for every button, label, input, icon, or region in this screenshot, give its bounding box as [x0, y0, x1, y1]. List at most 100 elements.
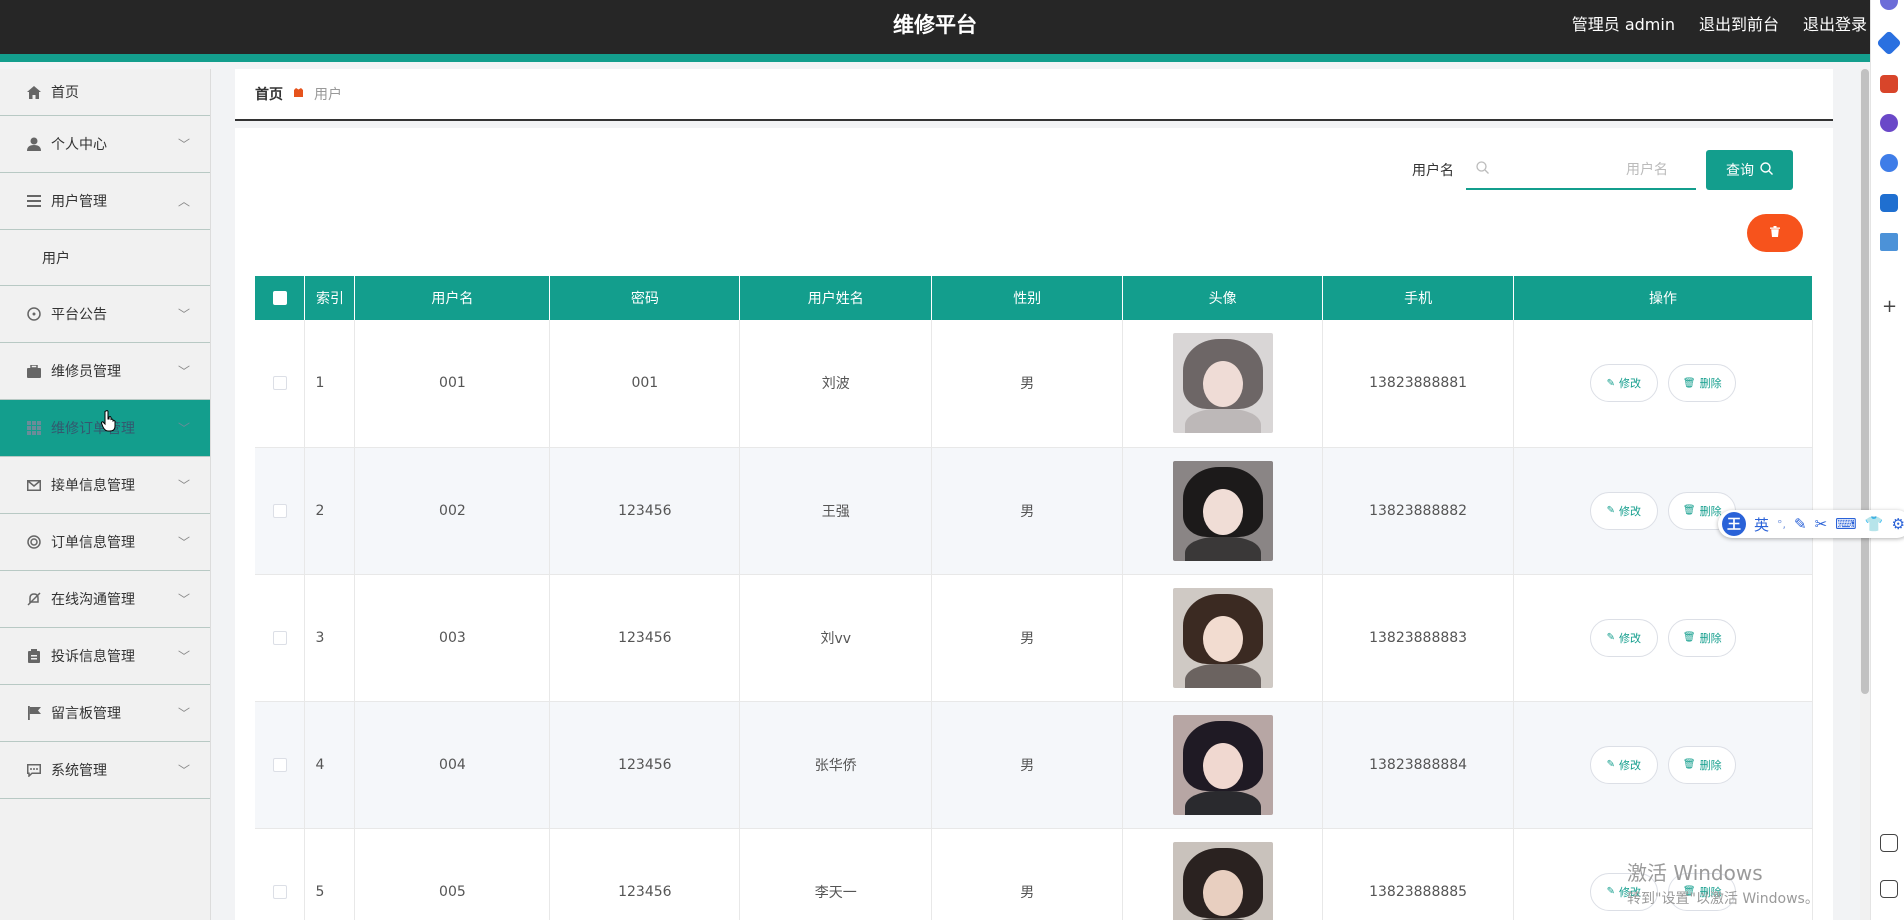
edit-label: 修改: [1618, 377, 1641, 391]
row-select-cell: [255, 320, 306, 448]
cell-phone: 13823888882: [1322, 447, 1515, 575]
shirt-icon[interactable]: 👕: [1865, 515, 1884, 533]
sidebar-item-order-accept-info[interactable]: 接单信息管理 ﹀: [0, 457, 210, 514]
delete-button[interactable]: 🗑 删除: [1668, 364, 1737, 403]
table-row: 5 005 123456 李天一 男 13823888885 ✎ 修改 🗑 删除: [255, 828, 1813, 920]
sidebar-item-personal-center[interactable]: 个人中心 ﹀: [0, 116, 210, 173]
cell-password: 123456: [549, 447, 741, 575]
main-content: 用户名 用户名 查询 索引 用户名 密码 用户姓名 性别 头像 手机 操作 1 …: [235, 128, 1833, 920]
copilot-icon[interactable]: [1880, 154, 1898, 172]
cell-actions: ✎ 修改 🗑 删除: [1513, 320, 1813, 448]
cell-actions: ✎ 修改 🗑 删除: [1513, 701, 1813, 829]
cell-phone: 13823888881: [1322, 320, 1515, 448]
screenshot-icon[interactable]: [1880, 834, 1898, 852]
ime-language-toggle[interactable]: 英: [1754, 514, 1769, 535]
compass-icon: [25, 306, 43, 322]
chevron-down-icon: ﹀: [177, 649, 190, 664]
edit-button[interactable]: ✎ 修改: [1589, 491, 1658, 530]
edit-button[interactable]: ✎ 修改: [1589, 364, 1658, 403]
delete-button[interactable]: 🗑 删除: [1668, 745, 1737, 784]
keyboard-icon[interactable]: ⌨: [1835, 515, 1857, 533]
page-scrollbar-thumb[interactable]: [1861, 69, 1869, 694]
delete-label: 删除: [1699, 377, 1722, 391]
search-icon[interactable]: [1880, 0, 1898, 10]
exit-to-front-link[interactable]: 退出到前台: [1699, 11, 1779, 35]
delete-label: 删除: [1699, 758, 1722, 772]
row-checkbox[interactable]: [272, 630, 287, 645]
cell-avatar: [1122, 828, 1324, 920]
sidebar-item-label: 用户: [42, 250, 70, 267]
flag-icon: [25, 705, 43, 721]
table-row: 2 002 123456 王强 男 13823888882 ✎ 修改 🗑 删除: [255, 447, 1813, 575]
ime-logo[interactable]: 王: [1722, 512, 1746, 536]
sidebar-item-home[interactable]: 首页: [0, 69, 210, 116]
breadcrumb: 首页 用户: [235, 69, 1833, 121]
sidebar-item-order-info[interactable]: 订单信息管理 ﹀: [0, 514, 210, 571]
trash-icon: [1770, 226, 1780, 240]
outlook-icon[interactable]: [1880, 194, 1898, 212]
plus-icon[interactable]: +: [1882, 296, 1897, 317]
briefcase-icon[interactable]: [1880, 75, 1898, 93]
chevron-down-icon: ﹀: [177, 763, 190, 778]
scissors-icon[interactable]: ✂: [1815, 515, 1828, 533]
person-icon[interactable]: [1880, 114, 1898, 132]
select-all-checkbox[interactable]: [272, 291, 287, 305]
cell-actions: ✎ 修改 🗑 删除: [1513, 574, 1813, 702]
sidebar-item-system[interactable]: 系统管理 ﹀: [0, 742, 210, 799]
batch-delete-button[interactable]: [1747, 214, 1803, 252]
row-checkbox[interactable]: [272, 376, 287, 391]
cell-name: 刘vv: [739, 574, 933, 702]
avatar: [1172, 333, 1273, 434]
sidebar-item-label: 用户管理: [51, 194, 107, 210]
sidebar-item-label: 接单信息管理: [51, 478, 135, 494]
sidebar-item-complaints[interactable]: 投诉信息管理 ﹀: [0, 628, 210, 685]
edit-button[interactable]: ✎ 修改: [1589, 618, 1658, 657]
sidebar-item-label: 投诉信息管理: [51, 649, 135, 665]
users-table: 索引 用户名 密码 用户姓名 性别 头像 手机 操作 1 001 001 刘波 …: [255, 276, 1813, 920]
search-bar: 用户名 用户名 查询: [1412, 150, 1793, 190]
cell-avatar: [1122, 320, 1324, 448]
col-password: 密码: [549, 276, 741, 320]
gear-icon[interactable]: ⚙: [1892, 515, 1904, 533]
cell-name: 王强: [739, 447, 933, 575]
row-select-cell: [255, 828, 306, 920]
sidebar-item-message-board[interactable]: 留言板管理 ﹀: [0, 685, 210, 742]
browser-side-panel: +: [1870, 0, 1904, 920]
sidebar-item-user-management[interactable]: 用户管理 ︿: [0, 173, 210, 230]
ime-punctuation-toggle[interactable]: °,: [1777, 518, 1786, 531]
sidebar-item-label: 订单信息管理: [51, 535, 135, 551]
table-header-row: 索引 用户名 密码 用户姓名 性别 头像 手机 操作: [255, 276, 1813, 320]
external-link-icon[interactable]: [1880, 880, 1898, 898]
delete-button[interactable]: 🗑 删除: [1668, 618, 1737, 657]
chevron-down-icon: ﹀: [177, 421, 190, 436]
sidebar-item-label: 系统管理: [51, 763, 107, 779]
ime-toolbar[interactable]: 王 英 °, ✎ ✂ ⌨ 👕 ⚙: [1718, 510, 1904, 538]
send-icon[interactable]: [1880, 233, 1898, 251]
sidebar-item-online-chat[interactable]: 在线沟通管理 ﹀: [0, 571, 210, 628]
sidebar-item-label: 维修订单管理: [51, 421, 135, 437]
sidebar: 首页 个人中心 ﹀ 用户管理 ︿ 用户 平台公告 ﹀ 维修员管理 ﹀ 维修订单管…: [0, 69, 211, 920]
sidebar-item-repairman-management[interactable]: 维修员管理 ﹀: [0, 343, 210, 400]
sidebar-item-announcements[interactable]: 平台公告 ﹀: [0, 286, 210, 343]
delete-label: 删除: [1699, 631, 1722, 645]
row-checkbox[interactable]: [272, 503, 287, 518]
sidebar-subitem-user[interactable]: 用户: [0, 230, 210, 286]
search-input[interactable]: 用户名: [1466, 150, 1696, 190]
col-username: 用户名: [354, 276, 551, 320]
cell-password: 123456: [549, 701, 741, 829]
trash-icon: 🗑: [1682, 632, 1696, 643]
tag-icon[interactable]: [1876, 30, 1902, 56]
query-button[interactable]: 查询: [1706, 150, 1793, 190]
row-checkbox[interactable]: [272, 884, 287, 899]
edit-button[interactable]: ✎ 修改: [1589, 745, 1658, 784]
col-index: 索引: [304, 276, 356, 320]
logout-link[interactable]: 退出登录: [1803, 11, 1867, 35]
breadcrumb-home[interactable]: 首页: [255, 84, 283, 104]
pencil-icon[interactable]: ✎: [1794, 515, 1807, 533]
row-checkbox[interactable]: [272, 757, 287, 772]
cell-password: 001: [549, 320, 741, 448]
avatar: [1172, 587, 1273, 688]
cell-index: 4: [304, 701, 356, 829]
chevron-down-icon: ﹀: [177, 137, 190, 152]
cell-gender: 男: [931, 701, 1124, 829]
